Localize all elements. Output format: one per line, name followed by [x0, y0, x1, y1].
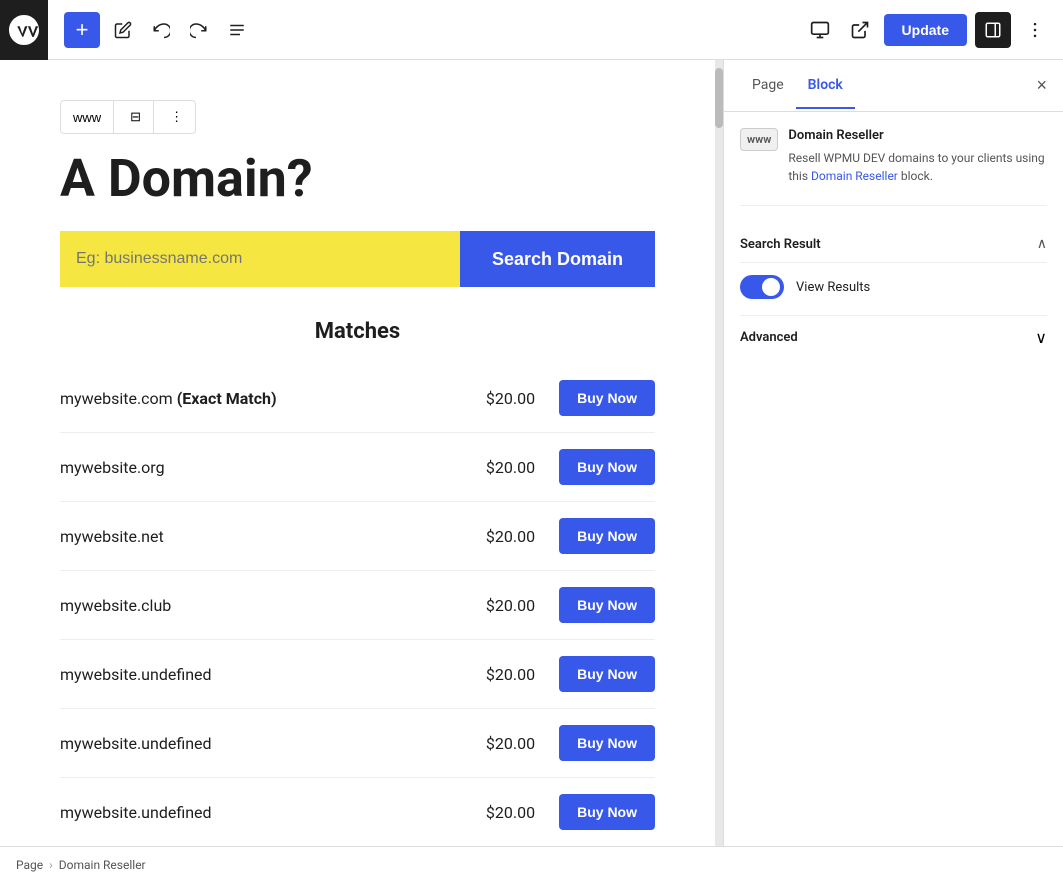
- external-link-button[interactable]: [844, 14, 876, 46]
- domain-name: mywebsite.com (Exact Match): [60, 389, 465, 408]
- table-row: mywebsite.undefined $20.00 Buy Now: [60, 778, 655, 846]
- domain-price: $20.00: [465, 665, 535, 684]
- undo-button[interactable]: [146, 15, 176, 45]
- editor-inner: www ⊟ ⋮ A Domain? Search Domain Matches …: [0, 60, 715, 846]
- breadcrumb: Page › Domain Reseller: [0, 846, 1063, 882]
- more-options-button[interactable]: [1019, 14, 1051, 46]
- domain-name: mywebsite.undefined: [60, 734, 465, 753]
- search-result-section: Search Result ∧ View Results: [740, 226, 1047, 299]
- panel-tabs: Page Block ×: [724, 60, 1063, 112]
- view-results-row: View Results: [740, 275, 1047, 299]
- domain-price: $20.00: [465, 734, 535, 753]
- external-link-icon: [850, 20, 870, 40]
- buy-now-button[interactable]: Buy Now: [559, 518, 655, 554]
- domain-list: mywebsite.com (Exact Match) $20.00 Buy N…: [60, 364, 655, 846]
- domain-name: mywebsite.undefined: [60, 665, 465, 684]
- buy-now-button[interactable]: Buy Now: [559, 449, 655, 485]
- domain-price: $20.00: [465, 803, 535, 822]
- tab-page[interactable]: Page: [740, 63, 796, 109]
- block-www-button[interactable]: www: [61, 101, 114, 133]
- table-row: mywebsite.org $20.00 Buy Now: [60, 433, 655, 502]
- undo-icon: [152, 21, 170, 39]
- list-view-icon: [228, 21, 246, 39]
- exact-match-label: (Exact Match): [177, 389, 277, 408]
- table-row: mywebsite.club $20.00 Buy Now: [60, 571, 655, 640]
- redo-icon: [190, 21, 208, 39]
- advanced-title: Advanced: [740, 330, 798, 345]
- toolbar-right: Update: [804, 12, 1051, 48]
- preview-desktop-button[interactable]: [804, 14, 836, 46]
- buy-now-button[interactable]: Buy Now: [559, 380, 655, 416]
- search-row: Search Domain: [60, 231, 655, 287]
- desc-text-2: block.: [898, 169, 933, 183]
- block-layout-button[interactable]: ⊟: [118, 101, 154, 133]
- domain-reseller-link[interactable]: Domain Reseller: [811, 169, 898, 183]
- search-result-collapse-icon: ∧: [1037, 236, 1047, 252]
- editor-scroll-area: www ⊟ ⋮ A Domain? Search Domain Matches …: [0, 60, 723, 846]
- breadcrumb-current: Domain Reseller: [59, 858, 146, 872]
- main-layout: www ⊟ ⋮ A Domain? Search Domain Matches …: [0, 60, 1063, 846]
- matches-title: Matches: [60, 319, 655, 344]
- right-panel: Page Block × www Domain Reseller Resell …: [723, 60, 1063, 846]
- domain-name: mywebsite.org: [60, 458, 465, 477]
- breadcrumb-page[interactable]: Page: [16, 858, 43, 872]
- update-button[interactable]: Update: [884, 14, 967, 46]
- desktop-icon: [810, 20, 830, 40]
- breadcrumb-separator: ›: [49, 858, 53, 872]
- search-domain-button[interactable]: Search Domain: [460, 231, 655, 287]
- panel-close-button[interactable]: ×: [1036, 75, 1047, 96]
- domain-reseller-info-block: www Domain Reseller Resell WPMU DEV doma…: [740, 128, 1047, 206]
- buy-now-button[interactable]: Buy Now: [559, 587, 655, 623]
- domain-heading: A Domain?: [60, 150, 655, 207]
- block-selector-bar: www ⊟ ⋮: [60, 100, 196, 134]
- buy-now-button[interactable]: Buy Now: [559, 794, 655, 830]
- search-input[interactable]: [60, 231, 460, 287]
- editor-content: www ⊟ ⋮ A Domain? Search Domain Matches …: [0, 60, 715, 846]
- table-row: mywebsite.com (Exact Match) $20.00 Buy N…: [60, 364, 655, 433]
- domain-price: $20.00: [465, 389, 535, 408]
- table-row: mywebsite.net $20.00 Buy Now: [60, 502, 655, 571]
- more-options-icon: [1025, 20, 1045, 40]
- table-row: mywebsite.undefined $20.00 Buy Now: [60, 709, 655, 778]
- block-more-button[interactable]: ⋮: [158, 101, 195, 133]
- editor-scrollbar[interactable]: [715, 60, 723, 846]
- domain-name: mywebsite.net: [60, 527, 465, 546]
- view-results-label: View Results: [796, 280, 870, 295]
- domain-price: $20.00: [465, 458, 535, 477]
- domain-reseller-description: Resell WPMU DEV domains to your clients …: [788, 149, 1047, 185]
- domain-price: $20.00: [465, 596, 535, 615]
- redo-button[interactable]: [184, 15, 214, 45]
- buy-now-button[interactable]: Buy Now: [559, 725, 655, 761]
- list-view-button[interactable]: [222, 15, 252, 45]
- advanced-expand-icon: ∨: [1035, 328, 1047, 347]
- wordpress-icon: [6, 12, 42, 48]
- add-block-button[interactable]: +: [64, 12, 100, 48]
- www-badge: www: [740, 128, 778, 151]
- settings-button[interactable]: [975, 12, 1011, 48]
- panel-content: www Domain Reseller Resell WPMU DEV doma…: [724, 112, 1063, 846]
- wp-logo: [0, 0, 48, 60]
- domain-price: $20.00: [465, 527, 535, 546]
- scrollbar-thumb: [715, 68, 723, 128]
- domain-name: mywebsite.club: [60, 596, 465, 615]
- edit-icon-button[interactable]: [108, 15, 138, 45]
- domain-name: mywebsite.undefined: [60, 803, 465, 822]
- search-result-title: Search Result: [740, 237, 821, 252]
- buy-now-button[interactable]: Buy Now: [559, 656, 655, 692]
- tab-block[interactable]: Block: [796, 63, 855, 109]
- domain-reseller-title: Domain Reseller: [788, 128, 1047, 143]
- view-results-toggle[interactable]: [740, 275, 784, 299]
- sidebar-toggle-icon: [984, 21, 1002, 39]
- domain-reseller-details: Domain Reseller Resell WPMU DEV domains …: [788, 128, 1047, 185]
- edit-icon: [114, 21, 132, 39]
- table-row: mywebsite.undefined $20.00 Buy Now: [60, 640, 655, 709]
- toolbar: + Update: [0, 0, 1063, 60]
- advanced-section[interactable]: Advanced ∨: [740, 315, 1047, 359]
- search-result-header[interactable]: Search Result ∧: [740, 226, 1047, 263]
